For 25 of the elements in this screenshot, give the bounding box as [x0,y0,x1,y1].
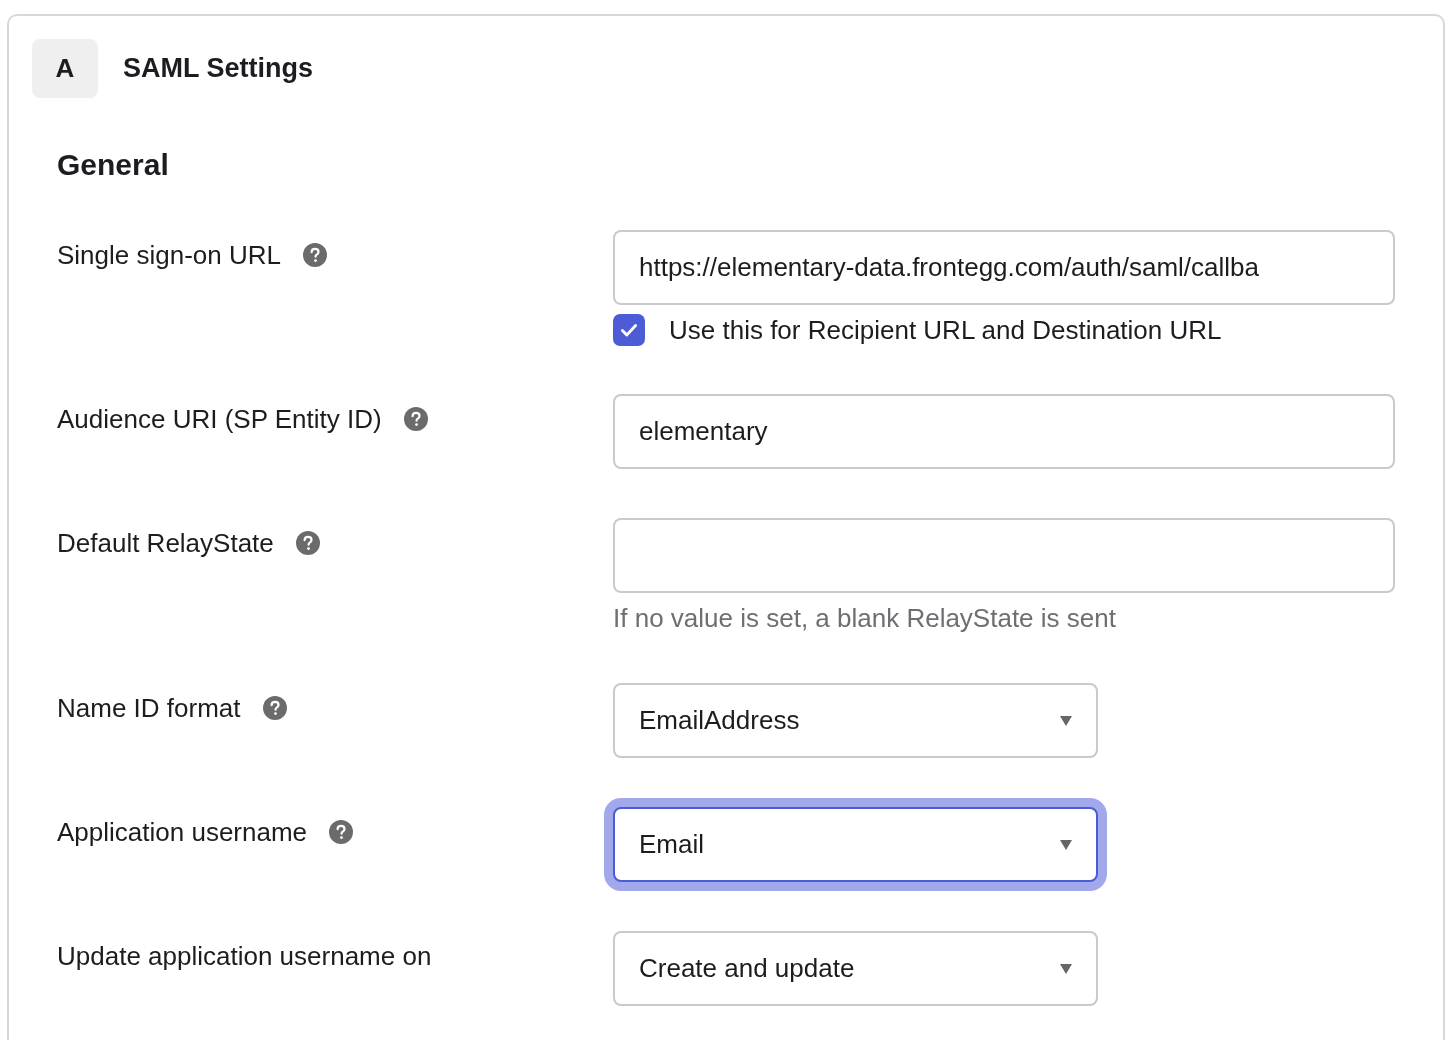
checkbox[interactable] [613,314,645,346]
field-label: Application username [57,817,308,847]
checkbox-label: Use this for Recipient URL and Destination URL [669,314,1222,346]
caret-icon [1060,963,1072,974]
group-heading: General [57,148,170,182]
help-icon[interactable] [403,407,428,431]
field-hint: If no value is set, a blank RelayState is sent [613,603,1117,634]
step-badge: A [32,39,98,98]
text-field[interactable]: elementary [613,394,1395,469]
help-icon[interactable] [329,820,354,844]
field-label: Single sign-on URL [57,240,281,270]
field-label: Audience URI (SP Entity ID) [57,404,382,434]
field-label: Update application username on [57,941,432,971]
field-label: Name ID format [57,693,241,723]
text-field[interactable]: https://elementary-data.frontegg.com/auth/saml/callba [613,230,1395,305]
help-icon[interactable] [303,243,327,267]
help-icon[interactable] [262,696,287,720]
caret-icon [1060,839,1072,850]
field-label: Default RelayState [57,528,274,558]
text-field[interactable] [613,518,1395,593]
dropdown-field[interactable]: EmailAddress [613,683,1098,758]
dropdown-field[interactable]: Create and update [613,931,1098,1006]
caret-icon [1060,715,1072,726]
section-title: SAML Settings [123,53,313,84]
help-icon[interactable] [295,531,320,555]
